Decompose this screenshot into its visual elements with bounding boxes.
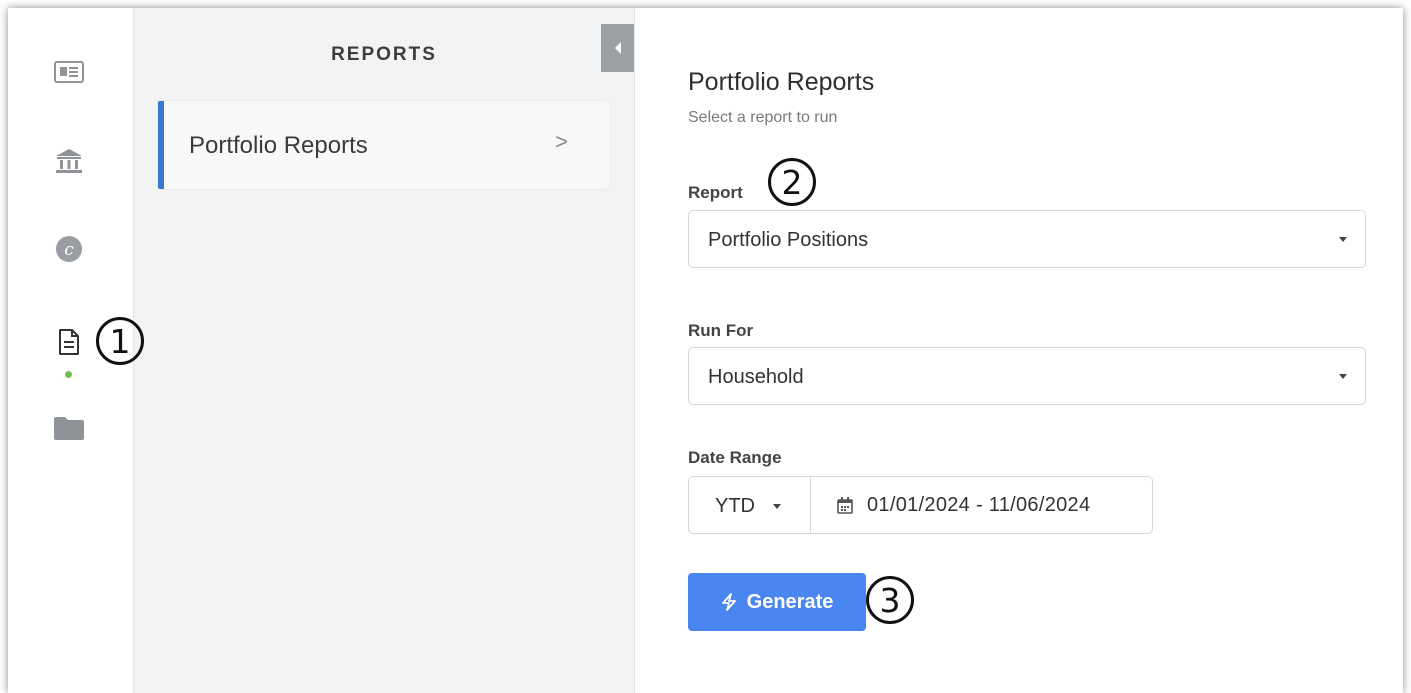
date-range-input[interactable]: 01/01/2024 - 11/06/2024 — [811, 477, 1152, 533]
report-label: Report — [688, 183, 743, 202]
reports-panel: REPORTS Portfolio Reports > — [134, 8, 635, 693]
date-range-group: YTD 01/01/2024 - 11/06/2024 — [688, 476, 1153, 534]
page-subtitle: Select a report to run — [688, 109, 838, 126]
callout-2: 2 — [768, 158, 816, 206]
callout-1: 1 — [96, 317, 144, 365]
newspaper-icon[interactable] — [49, 52, 89, 92]
lightning-icon — [721, 593, 736, 611]
collapse-panel-button[interactable] — [601, 24, 634, 72]
svg-text:c: c — [64, 240, 74, 260]
date-preset-dropdown[interactable]: YTD — [689, 477, 811, 533]
bank-icon[interactable] — [49, 141, 89, 181]
date-range-label: Date Range — [688, 448, 782, 467]
run-for-select-value: Household — [708, 366, 804, 388]
main-content: Portfolio Reports Select a report to run… — [636, 8, 1403, 693]
panel-title: REPORTS — [331, 44, 437, 65]
nav-item-label: Portfolio Reports — [189, 132, 368, 159]
run-for-label: Run For — [688, 321, 754, 340]
contact-icon[interactable]: c — [49, 229, 89, 269]
callout-3: 3 — [866, 576, 914, 624]
caret-down-icon — [1339, 374, 1347, 379]
nav-item-portfolio-reports[interactable]: Portfolio Reports > — [158, 101, 610, 189]
report-select[interactable]: Portfolio Positions — [688, 210, 1366, 268]
chevron-left-icon — [614, 42, 621, 54]
document-icon[interactable] — [49, 322, 89, 362]
chevron-right-icon: > — [555, 129, 568, 154]
report-select-value: Portfolio Positions — [708, 229, 869, 251]
generate-button-label: Generate — [746, 590, 834, 613]
folder-icon[interactable] — [49, 408, 89, 448]
page-title: Portfolio Reports — [688, 68, 875, 96]
date-range-value: 01/01/2024 - 11/06/2024 — [867, 494, 1091, 516]
generate-button[interactable]: Generate — [688, 573, 866, 631]
caret-down-icon — [1339, 237, 1347, 242]
caret-down-icon — [773, 504, 781, 509]
calendar-icon — [837, 497, 853, 514]
active-indicator-dot — [65, 371, 72, 378]
run-for-select[interactable]: Household — [688, 347, 1366, 405]
app-window: c REPORTS Portfolio Reports > Portfolio … — [8, 8, 1403, 693]
date-preset-value: YTD — [715, 495, 755, 517]
